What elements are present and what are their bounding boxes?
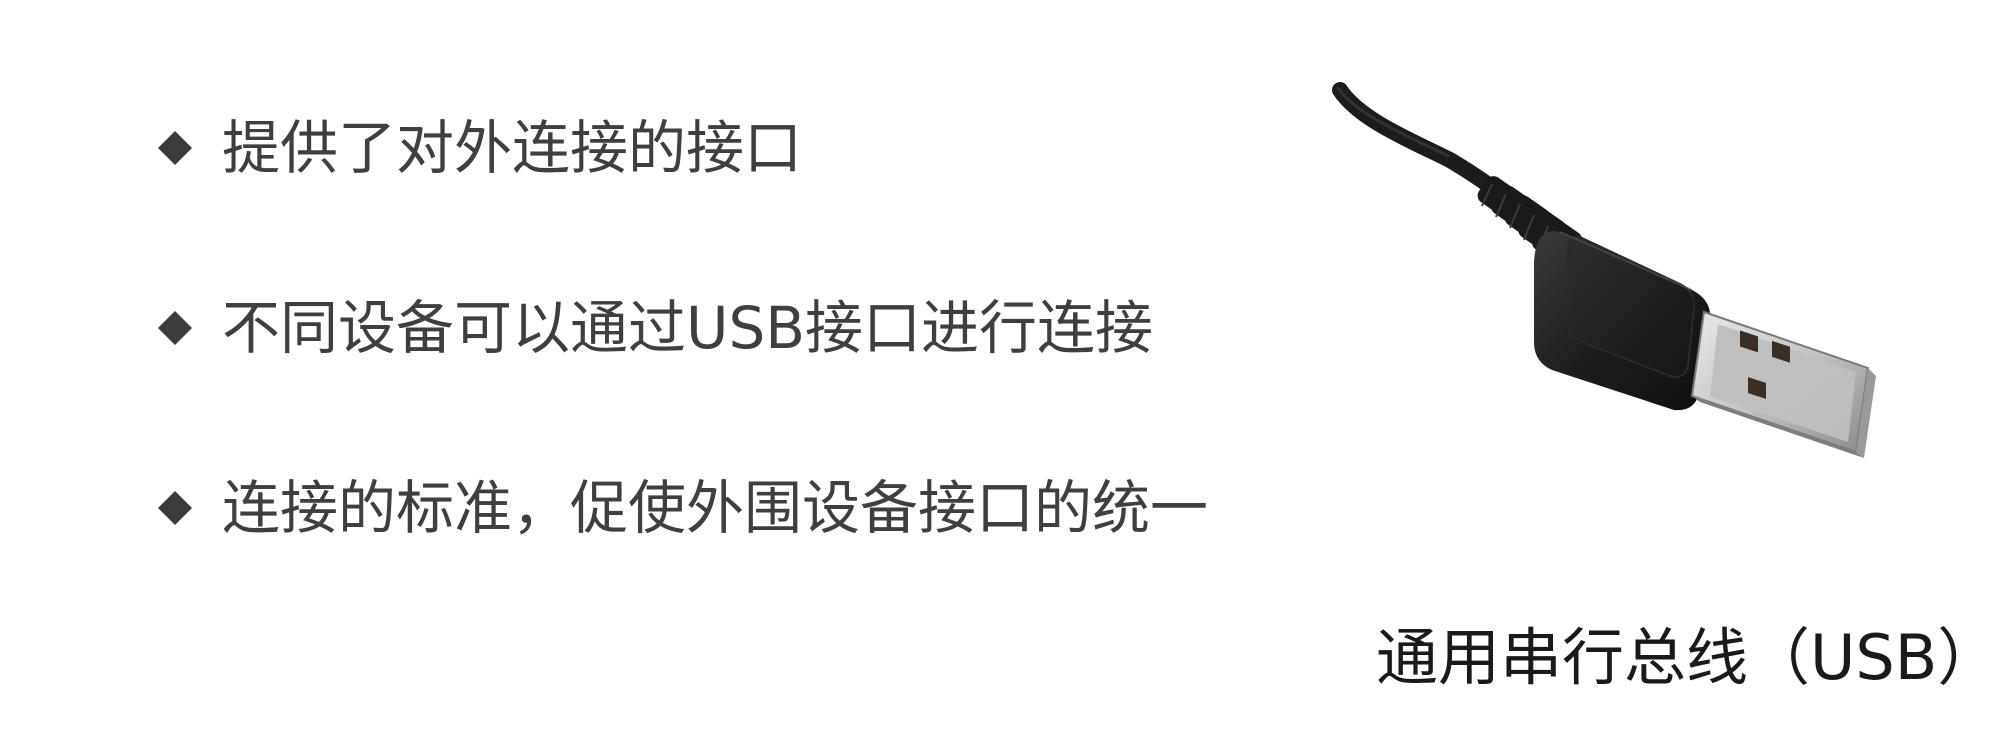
usb-cable-icon: [1332, 82, 1876, 458]
bullet-text: 提供了对外连接的接口: [222, 114, 803, 182]
diamond-icon: [158, 311, 192, 345]
bullet-item: 提供了对外连接的接口: [158, 108, 802, 188]
bullet-text: 不同设备可以通过USB接口进行连接: [222, 294, 1154, 362]
diamond-icon: [158, 491, 192, 525]
diamond-icon: [158, 131, 192, 165]
usb-cable-image: [1320, 80, 1940, 500]
slide: 提供了对外连接的接口 不同设备可以通过USB接口进行连接 连接的标准，促使外围设…: [0, 0, 1998, 753]
image-caption: 通用串行总线（USB）: [1376, 621, 1998, 694]
bullet-item: 不同设备可以通过USB接口进行连接: [158, 288, 1153, 368]
bullet-item: 连接的标准，促使外围设备接口的统一: [158, 468, 1208, 548]
bullet-text: 连接的标准，促使外围设备接口的统一: [222, 474, 1209, 542]
